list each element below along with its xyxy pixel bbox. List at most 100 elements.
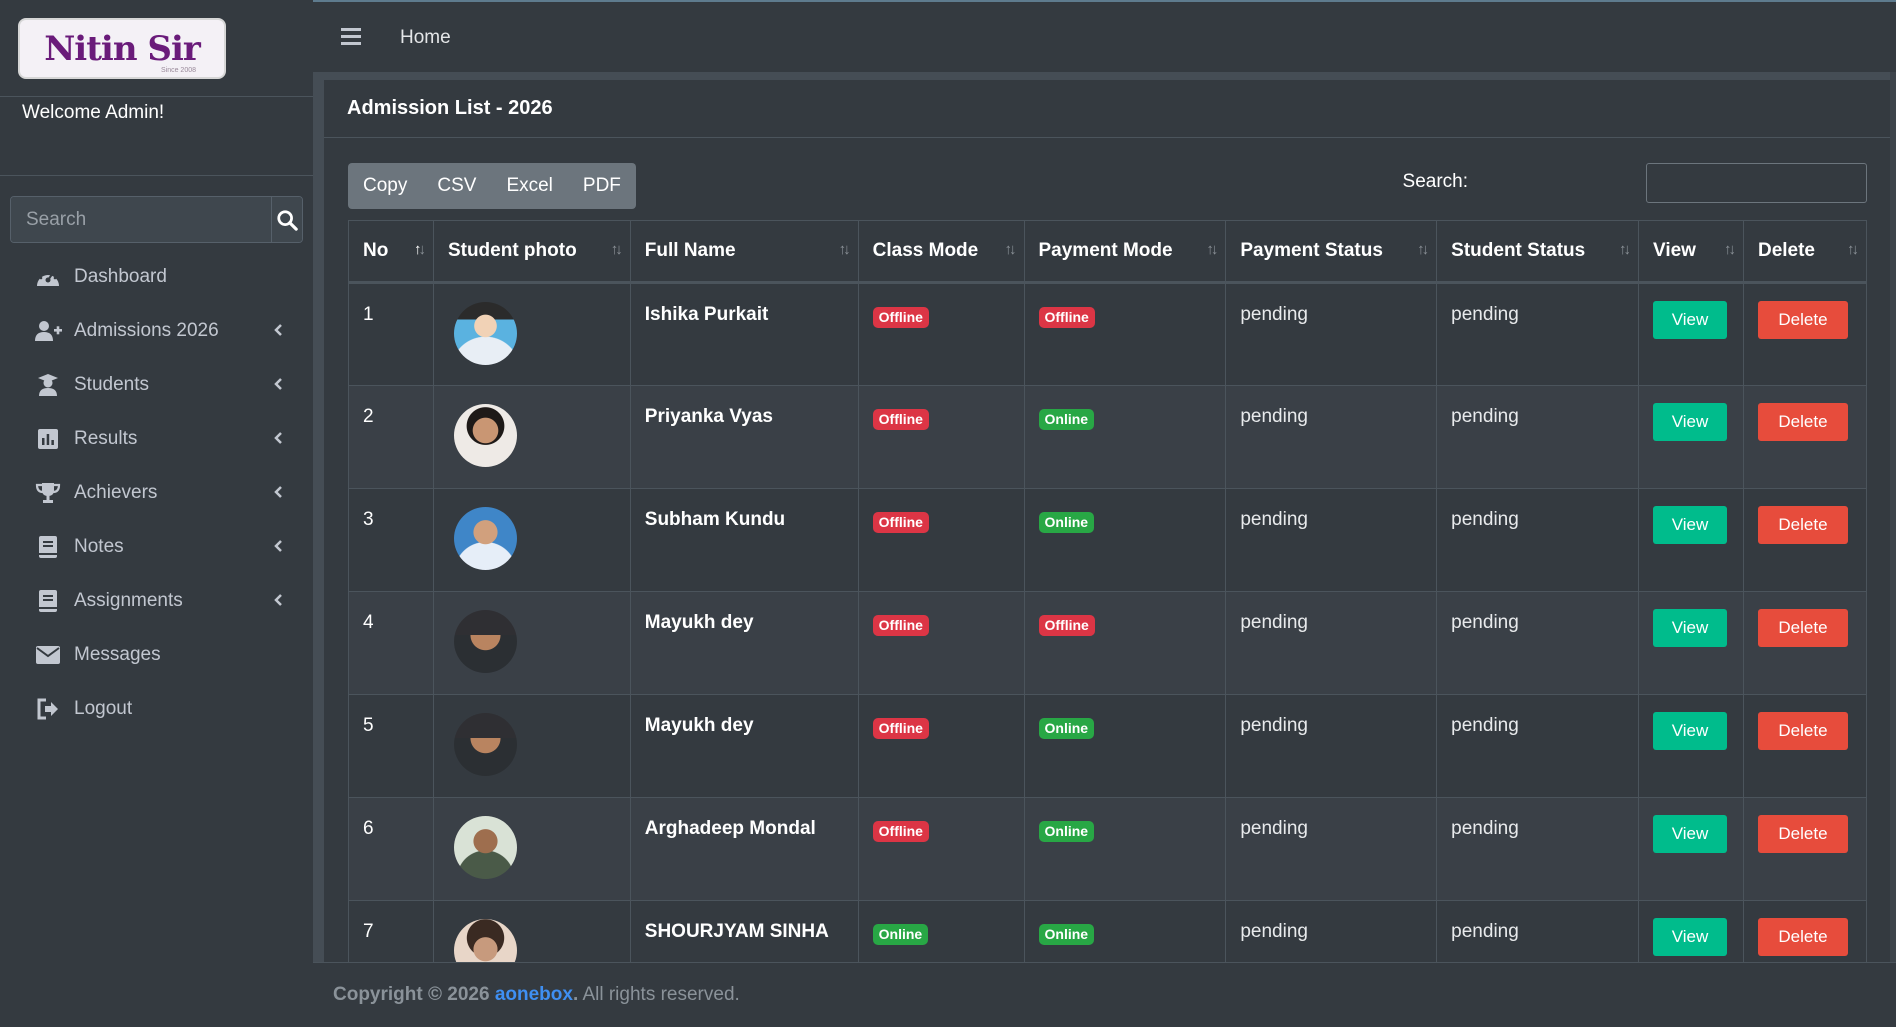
- admission-list-card: Admission List - 2026 Copy CSV Excel PDF…: [324, 80, 1890, 983]
- column-label: No: [363, 240, 389, 261]
- column-header-full-name[interactable]: Full Name ↑↓: [629, 220, 859, 284]
- payment-mode-badge: Offline: [1038, 615, 1095, 636]
- delete-button[interactable]: Delete: [1757, 506, 1848, 544]
- view-button[interactable]: View: [1653, 609, 1727, 647]
- cell-student-status: pending: [1436, 488, 1639, 592]
- cell-no: 3: [348, 488, 434, 592]
- cell-view: View: [1638, 282, 1744, 386]
- view-button[interactable]: View: [1653, 301, 1727, 339]
- cell-student-status: pending: [1436, 282, 1639, 386]
- column-header-view[interactable]: View ↑↓: [1638, 220, 1744, 284]
- copy-button[interactable]: Copy: [348, 163, 422, 209]
- dashboard-icon: [34, 265, 62, 289]
- sidebar-item-assignments[interactable]: Assignments: [10, 574, 303, 628]
- top-navbar: Home: [313, 0, 1896, 72]
- page-scrollbar[interactable]: [1890, 72, 1896, 962]
- cell-student-status: pending: [1436, 385, 1639, 489]
- column-label: Class Mode: [872, 240, 979, 261]
- cell-student-status: pending: [1436, 797, 1639, 901]
- sidebar-item-messages[interactable]: Messages: [10, 628, 303, 682]
- cell-photo: [432, 591, 631, 695]
- class-mode-badge: Offline: [872, 512, 929, 533]
- sort-icon: ↑↓: [1417, 241, 1429, 258]
- export-button-group: Copy CSV Excel PDF: [348, 163, 636, 209]
- cell-payment-status: pending: [1225, 488, 1438, 592]
- chevron-left-icon: [274, 594, 282, 606]
- chevron-left-icon: [274, 324, 282, 336]
- view-button[interactable]: View: [1653, 506, 1727, 544]
- sidebar-item-label: Achievers: [74, 482, 158, 503]
- sidebar-search-button[interactable]: [271, 197, 302, 242]
- chevron-left-icon: [274, 378, 282, 390]
- cell-no: 1: [348, 282, 434, 386]
- cell-photo: [432, 797, 631, 901]
- view-button[interactable]: View: [1653, 403, 1727, 441]
- payment-mode-badge: Online: [1038, 924, 1095, 945]
- column-header-payment-status[interactable]: Payment Status ↑↓: [1225, 220, 1438, 284]
- table-search-input[interactable]: [1646, 163, 1867, 203]
- cell-delete: Delete: [1742, 488, 1868, 592]
- admissions-table: No ↑↓ Student photo ↑↓ Full Name ↑↓ Class M…: [348, 220, 1868, 983]
- sidebar-item-label: Assignments: [74, 590, 183, 611]
- trophy-icon: [34, 481, 62, 505]
- student-avatar: [453, 404, 517, 467]
- cell-view: View: [1638, 385, 1744, 489]
- delete-button[interactable]: Delete: [1757, 403, 1848, 441]
- cell-view: View: [1638, 797, 1744, 901]
- column-header-payment-mode[interactable]: Payment Mode ↑↓: [1023, 220, 1227, 284]
- sidebar-item-notes[interactable]: Notes: [10, 520, 303, 574]
- sidebar-item-label: Notes: [74, 536, 124, 557]
- sidebar-item-results[interactable]: Results: [10, 412, 303, 466]
- sidebar-item-logout[interactable]: Logout: [10, 682, 303, 736]
- logout-icon: [34, 697, 62, 721]
- view-button[interactable]: View: [1653, 918, 1727, 956]
- view-button[interactable]: View: [1653, 815, 1727, 853]
- delete-button[interactable]: Delete: [1757, 918, 1848, 956]
- footer-brand-link[interactable]: aonebox: [495, 984, 573, 1006]
- class-mode-badge: Online: [872, 924, 929, 945]
- sidebar-divider: [0, 96, 313, 97]
- delete-button[interactable]: Delete: [1757, 712, 1848, 750]
- cell-student-status: pending: [1436, 694, 1639, 798]
- cell-photo: [432, 282, 631, 386]
- class-mode-badge: Offline: [872, 821, 929, 842]
- table-row: 3 Subham Kundu Offline Online pending pe…: [348, 488, 1868, 592]
- delete-button[interactable]: Delete: [1757, 815, 1848, 853]
- table-row: 4 Mayukh dey Offline Offline pending pen…: [348, 591, 1868, 695]
- column-header-delete[interactable]: Delete ↑↓: [1742, 220, 1868, 284]
- welcome-text: Welcome Admin!: [22, 102, 165, 123]
- cell-delete: Delete: [1742, 591, 1868, 695]
- sidebar-item-dashboard[interactable]: Dashboard: [10, 250, 303, 304]
- column-header-class-mode[interactable]: Class Mode ↑↓: [857, 220, 1025, 284]
- view-button[interactable]: View: [1653, 712, 1727, 750]
- excel-button[interactable]: Excel: [491, 163, 567, 209]
- cell-class-mode: Offline: [857, 591, 1025, 695]
- csv-button[interactable]: CSV: [422, 163, 491, 209]
- brand-logo[interactable]: Nitin Sir Since 2008: [18, 18, 226, 79]
- sidebar-item-label: Students: [74, 374, 149, 395]
- sidebar-item-label: Messages: [74, 644, 161, 665]
- pdf-button[interactable]: PDF: [568, 163, 636, 209]
- home-link[interactable]: Home: [400, 27, 451, 49]
- sidebar-search-input[interactable]: [11, 197, 271, 242]
- table-header-row: No ↑↓ Student photo ↑↓ Full Name ↑↓ Class M…: [348, 220, 1868, 284]
- cell-view: View: [1638, 488, 1744, 592]
- class-mode-badge: Offline: [872, 307, 929, 328]
- cell-full-name: Arghadeep Mondal: [629, 797, 859, 901]
- sidebar-item-students[interactable]: Students: [10, 358, 303, 412]
- cell-photo: [432, 385, 631, 489]
- footer-rights: All rights reserved.: [578, 984, 740, 1005]
- sort-icon: ↑↓: [610, 241, 623, 258]
- sidebar-item-admissions[interactable]: Admissions 2026: [10, 304, 303, 358]
- hamburger-menu-icon[interactable]: [341, 28, 361, 45]
- class-mode-badge: Offline: [872, 615, 929, 636]
- column-header-no[interactable]: No ↑↓: [348, 220, 434, 284]
- column-label: Full Name: [644, 240, 736, 261]
- delete-button[interactable]: Delete: [1757, 609, 1848, 647]
- sidebar-item-achievers[interactable]: Achievers: [10, 466, 303, 520]
- sidebar-nav: Dashboard Admissions 2026 Students Resul…: [10, 250, 303, 736]
- column-header-student-status[interactable]: Student Status ↑↓: [1436, 220, 1639, 284]
- delete-button[interactable]: Delete: [1757, 301, 1848, 339]
- column-header-photo[interactable]: Student photo ↑↓: [432, 220, 631, 284]
- cell-no: 5: [348, 694, 434, 798]
